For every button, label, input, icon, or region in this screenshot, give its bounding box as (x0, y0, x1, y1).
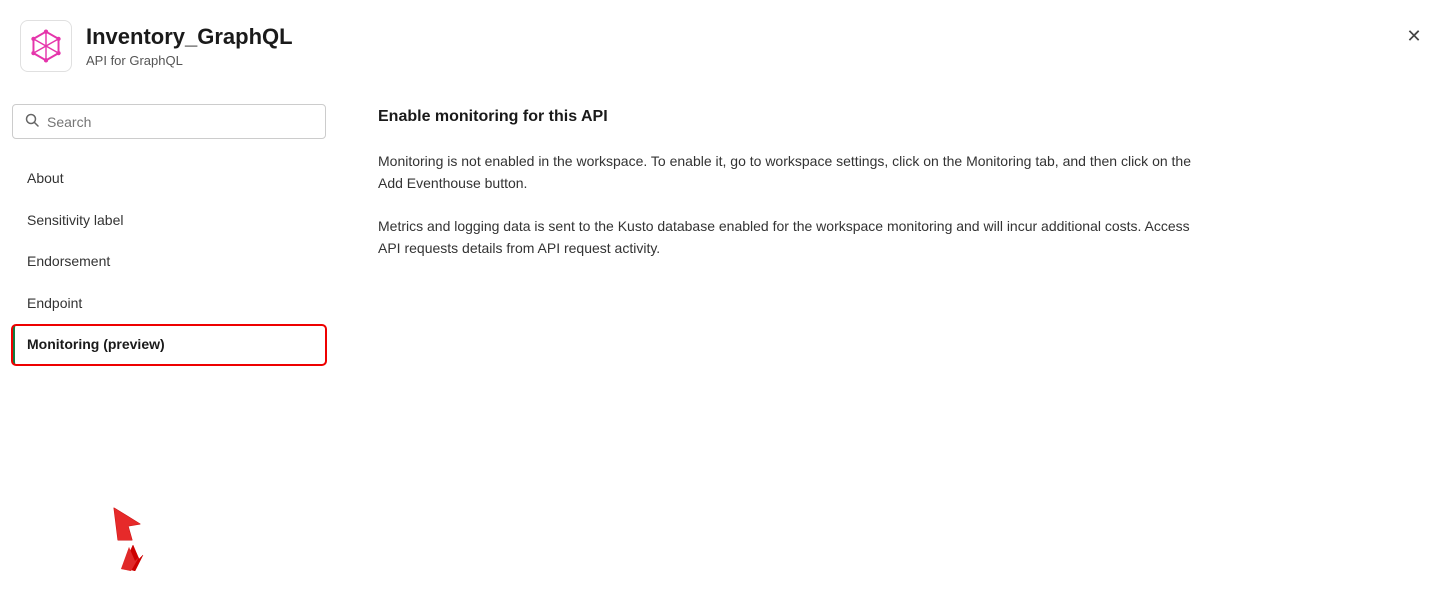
header-title-group: Inventory_GraphQL API for GraphQL (86, 24, 293, 67)
sidebar-item-about[interactable]: About (12, 159, 326, 199)
search-icon (25, 113, 39, 130)
search-box[interactable] (12, 104, 326, 139)
main-content: Enable monitoring for this API Monitorin… (338, 88, 1450, 591)
settings-dialog: Inventory_GraphQL API for GraphQL ✕ Abou… (0, 0, 1450, 591)
dialog-body: About Sensitivity label Endorsement Endp… (0, 88, 1450, 591)
app-icon (20, 20, 72, 72)
sidebar: About Sensitivity label Endorsement Endp… (0, 88, 338, 591)
content-paragraph-1: Monitoring is not enabled in the workspa… (378, 150, 1198, 195)
sidebar-item-sensitivity-label[interactable]: Sensitivity label (12, 201, 326, 241)
close-button[interactable]: ✕ (1398, 20, 1430, 52)
dialog-header: Inventory_GraphQL API for GraphQL ✕ (0, 0, 1450, 88)
sidebar-item-endorsement[interactable]: Endorsement (12, 242, 326, 282)
content-paragraph-2: Metrics and logging data is sent to the … (378, 215, 1198, 260)
dialog-title: Inventory_GraphQL (86, 24, 293, 50)
content-title: Enable monitoring for this API (378, 108, 1410, 126)
sidebar-item-endpoint[interactable]: Endpoint (12, 284, 326, 324)
dialog-subtitle: API for GraphQL (86, 53, 293, 68)
search-input[interactable] (47, 114, 313, 130)
sidebar-item-monitoring-preview[interactable]: Monitoring (preview) (12, 325, 326, 365)
